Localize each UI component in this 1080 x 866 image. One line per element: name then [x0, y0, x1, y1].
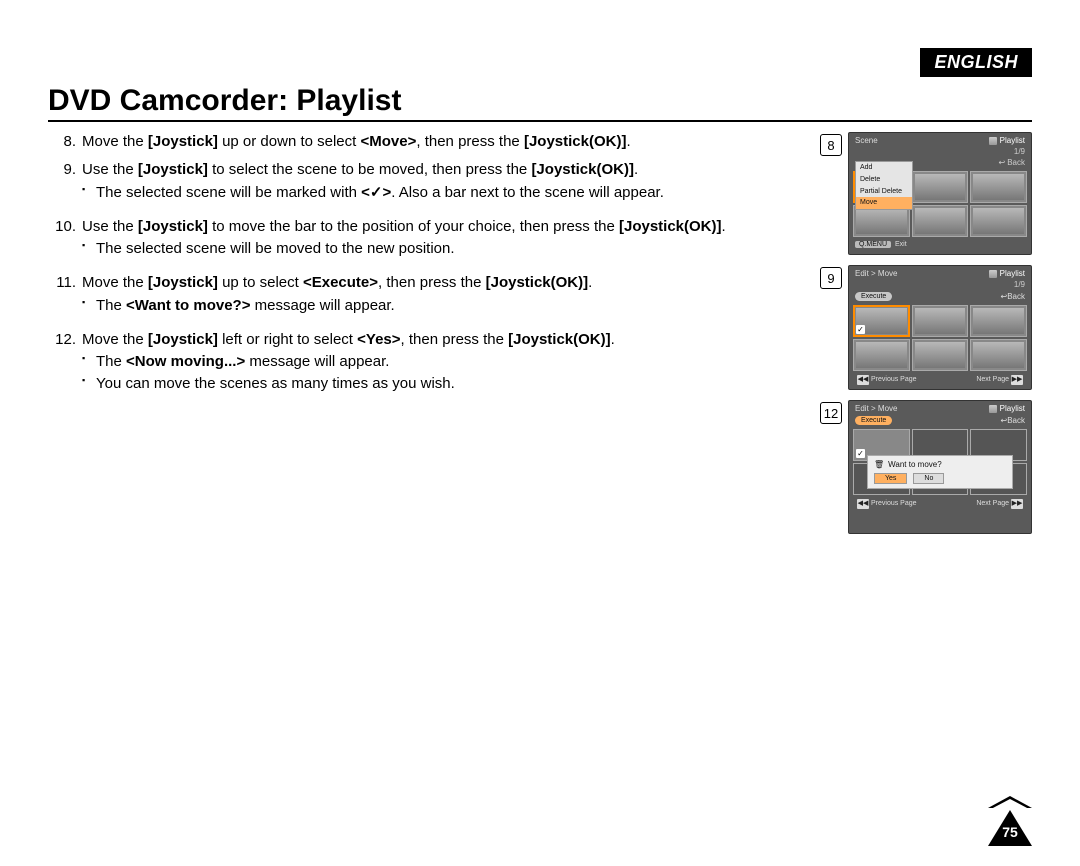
camcorder-screen-8: Scene Playlist 1/9 ↩Back	[848, 132, 1032, 255]
step-subitem: The <Want to move?> message will appear.	[96, 296, 802, 316]
dialog-question: Want to move?	[888, 460, 942, 469]
thumbnail	[912, 339, 969, 371]
screen-title: Edit > Move	[855, 404, 897, 413]
figure-9: 9 Edit > Move Playlist 1/9 Execute ↩Back	[820, 265, 1032, 390]
step-subitem: The selected scene will be marked with <…	[96, 183, 802, 203]
step-text: Use the [Joystick] to move the bar to th…	[82, 217, 802, 266]
exit-label: Exit	[895, 241, 907, 248]
camcorder-screen-12: Edit > Move Playlist Execute ↩Back ✓	[848, 400, 1032, 534]
page-marker-outline	[988, 796, 1032, 808]
step-subitem: The selected scene will be moved to the …	[96, 239, 802, 259]
next-page-label: Next Page	[976, 500, 1009, 507]
rewind-icon: ◀◀	[857, 499, 869, 509]
thumbnail	[970, 339, 1027, 371]
screen-title: Edit > Move	[855, 269, 897, 278]
thumbnail	[912, 205, 969, 237]
thumbnail: ✓	[853, 305, 910, 337]
thumbnail	[970, 171, 1027, 203]
check-icon: ✓	[856, 449, 865, 458]
next-page-label: Next Page	[976, 376, 1009, 383]
menu-item-partial-delete: Partial Delete	[856, 186, 912, 198]
playlist-icon	[989, 137, 997, 145]
step-text: Use the [Joystick] to select the scene t…	[82, 160, 802, 209]
thumbnail	[853, 339, 910, 371]
figure-number: 9	[820, 267, 842, 289]
page-number-badge: 75	[988, 810, 1032, 846]
figure-8: 8 Scene Playlist 1/9 ↩Back	[820, 132, 1032, 255]
confirm-dialog: 🗑 Want to move? Yes No	[867, 455, 1013, 489]
step-subitem: The <Now moving...> message will appear.	[96, 352, 802, 372]
thumbnail	[970, 205, 1027, 237]
instruction-step: 8. Move the [Joystick] up or down to sele…	[48, 132, 802, 152]
back-label: Back	[1007, 158, 1025, 167]
language-badge: ENGLISH	[920, 48, 1032, 77]
instruction-step: 10.Use the [Joystick] to move the bar to…	[48, 217, 802, 266]
rewind-icon: ◀◀	[857, 375, 869, 385]
back-label: Back	[1007, 292, 1025, 301]
page-number: 75	[998, 824, 1022, 840]
step-number: 8.	[48, 132, 76, 152]
playlist-label: Playlist	[1000, 404, 1025, 413]
step-number: 9.	[48, 160, 76, 209]
instruction-step: 11.Move the [Joystick] up to select <Exe…	[48, 273, 802, 322]
menu-item-add: Add	[856, 162, 912, 174]
step-text: Move the [Joystick] left or right to sel…	[82, 330, 802, 401]
execute-button: Execute	[855, 416, 892, 425]
playlist-icon	[989, 270, 997, 278]
forward-icon: ▶▶	[1011, 375, 1023, 385]
yes-button: Yes	[874, 473, 907, 484]
trash-icon: 🗑	[874, 460, 884, 469]
thumbnail	[912, 171, 969, 203]
qmenu-label: Q.MENU	[855, 241, 891, 248]
instructions-column: 8. Move the [Joystick] up or down to sele…	[48, 132, 802, 544]
counter: 1/9	[1014, 280, 1025, 289]
prev-page-label: Previous Page	[871, 500, 917, 507]
step-number: 12.	[48, 330, 76, 401]
no-button: No	[913, 473, 944, 484]
step-number: 11.	[48, 273, 76, 322]
playlist-label: Playlist	[1000, 136, 1025, 145]
menu-item-delete: Delete	[856, 174, 912, 186]
back-label: Back	[1007, 416, 1025, 425]
thumbnail	[912, 305, 969, 337]
step-text: Move the [Joystick] up or down to select…	[82, 132, 802, 152]
figure-number: 8	[820, 134, 842, 156]
screen-title: Scene	[855, 136, 878, 145]
thumbnail	[970, 305, 1027, 337]
playlist-icon	[989, 405, 997, 413]
step-text: Move the [Joystick] up to select <Execut…	[82, 273, 802, 322]
step-subitem: You can move the scenes as many times as…	[96, 374, 802, 394]
playlist-label: Playlist	[1000, 269, 1025, 278]
instruction-step: 12.Move the [Joystick] left or right to …	[48, 330, 802, 401]
execute-button: Execute	[855, 292, 892, 301]
prev-page-label: Previous Page	[871, 376, 917, 383]
figure-number: 12	[820, 402, 842, 424]
figure-12: 12 Edit > Move Playlist Execute ↩Back ✓	[820, 400, 1032, 534]
check-icon: ✓	[856, 325, 865, 334]
menu-item-move: Move	[856, 197, 912, 209]
page-title: DVD Camcorder: Playlist	[48, 84, 1032, 118]
figures-column: 8 Scene Playlist 1/9 ↩Back	[820, 132, 1032, 544]
camcorder-screen-9: Edit > Move Playlist 1/9 Execute ↩Back ✓	[848, 265, 1032, 390]
step-number: 10.	[48, 217, 76, 266]
instruction-step: 9.Use the [Joystick] to select the scene…	[48, 160, 802, 209]
forward-icon: ▶▶	[1011, 499, 1023, 509]
context-menu: Add Delete Partial Delete Move	[855, 161, 913, 210]
counter: 1/9	[1014, 147, 1025, 156]
